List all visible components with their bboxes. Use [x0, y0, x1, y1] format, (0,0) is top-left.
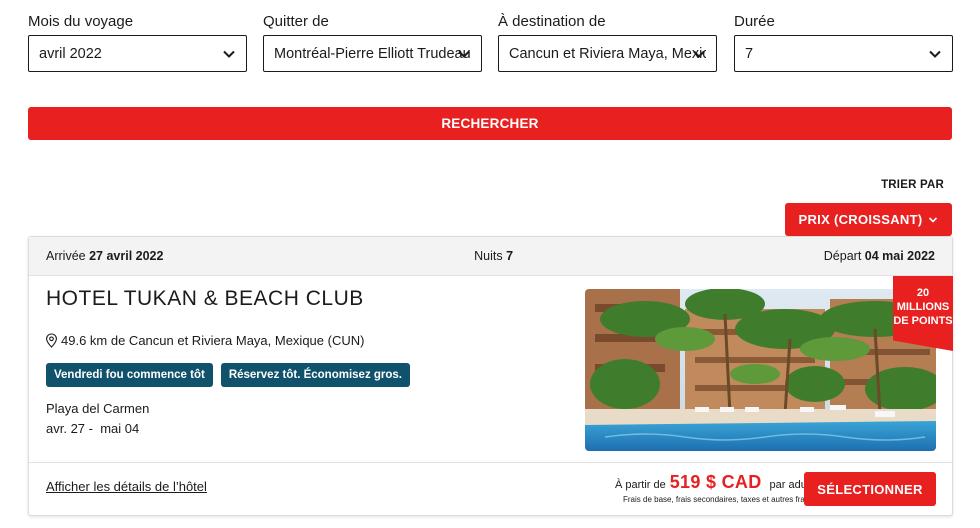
price-line: À partir de 519 $ CAD par adulte [615, 472, 818, 493]
chevron-down-icon [929, 216, 938, 223]
hotel-photo[interactable] [585, 289, 936, 451]
destination-field: À destination de Cancun et Riviera Maya,… [498, 12, 717, 72]
hotel-details-link[interactable]: Afficher les détails de l’hôtel [46, 479, 207, 494]
duration-label: Durée [734, 13, 775, 30]
chevron-down-icon [693, 50, 705, 58]
price-block: À partir de 519 $ CAD par adulte Frais d… [615, 472, 818, 504]
sort-value: PRIX (CROISSANT) [798, 212, 923, 227]
duration-value: 7 [745, 45, 754, 62]
hotel-location: 49.6 km de Cancun et Riviera Maya, Mexiq… [45, 333, 364, 348]
destination-value: Cancun et Riviera Maya, Mexique [509, 45, 706, 62]
ribbon-line: 20 [916, 287, 930, 299]
hotel-name: HOTEL TUKAN & BEACH CLUB [46, 287, 364, 310]
destination-select[interactable]: Cancun et Riviera Maya, Mexique [498, 35, 717, 72]
price-note: Frais de base, frais secondaires, taxes … [623, 495, 811, 504]
ribbon-line: MILLIONS [896, 301, 950, 313]
card-header: Arrivée 27 avril 2022 Nuits 7 Départ 04 … [29, 237, 952, 276]
chevron-down-icon [223, 50, 235, 58]
card-footer: Afficher les détails de l’hôtel À partir… [29, 462, 952, 516]
departure: Départ 04 mai 2022 [824, 249, 935, 263]
price-value: 519 $ CAD [669, 472, 762, 492]
duration-field: Durée 7 [734, 12, 953, 72]
travel-month-label: Mois du voyage [28, 13, 134, 30]
promo-badge: Vendredi fou commence tôt [46, 363, 213, 387]
hotel-card: Arrivée 27 avril 2022 Nuits 7 Départ 04 … [28, 236, 953, 516]
location-text: 49.6 km de Cancun et Riviera Maya, Mexiq… [61, 333, 365, 348]
departure-city-field: Quitter de Montréal-Pierre Elliott Trude… [263, 12, 482, 72]
departure-city-value: Montréal-Pierre Elliott Trudeau [274, 45, 471, 62]
travel-month-field: Mois du voyage avril 2022 [28, 12, 247, 72]
arrival-label: Arrivée [46, 249, 86, 263]
arrival: Arrivée 27 avril 2022 [46, 249, 163, 263]
travel-month-select[interactable]: avril 2022 [28, 35, 247, 72]
destination-label: À destination de [498, 13, 606, 30]
search-button[interactable]: RECHERCHER [28, 107, 952, 140]
sort-dropdown[interactable]: PRIX (CROISSANT) [785, 203, 952, 236]
select-button[interactable]: SÉLECTIONNER [804, 472, 936, 506]
points-ribbon: 20 MILLIONS DE POINTS [893, 276, 953, 351]
nights-count: 7 [506, 249, 514, 263]
chevron-down-icon [458, 50, 470, 58]
nights: Nuits 7 [474, 249, 513, 263]
arrival-date: 27 avril 2022 [89, 249, 164, 263]
departure-label: Départ [823, 249, 862, 263]
travel-month-value: avril 2022 [39, 45, 102, 62]
promo-badges: Vendredi fou commence tôt Réservez tôt. … [46, 363, 411, 387]
departure-city-label: Quitter de [263, 13, 329, 30]
stay-dates: avr. 27 - mai 04 [46, 421, 140, 436]
promo-badge: Réservez tôt. Économisez gros. [220, 363, 411, 387]
departure-date: 04 mai 2022 [864, 249, 935, 263]
sort-label: TRIER PAR [881, 179, 944, 191]
chevron-down-icon [929, 50, 941, 58]
hotel-city: Playa del Carmen [46, 401, 150, 416]
price-prefix: À partir de [615, 479, 666, 491]
ribbon-line: DE POINTS [893, 315, 953, 327]
duration-select[interactable]: 7 [734, 35, 953, 72]
departure-city-select[interactable]: Montréal-Pierre Elliott Trudeau [263, 35, 482, 72]
nights-label: Nuits [474, 249, 503, 263]
map-pin-icon [46, 333, 57, 348]
